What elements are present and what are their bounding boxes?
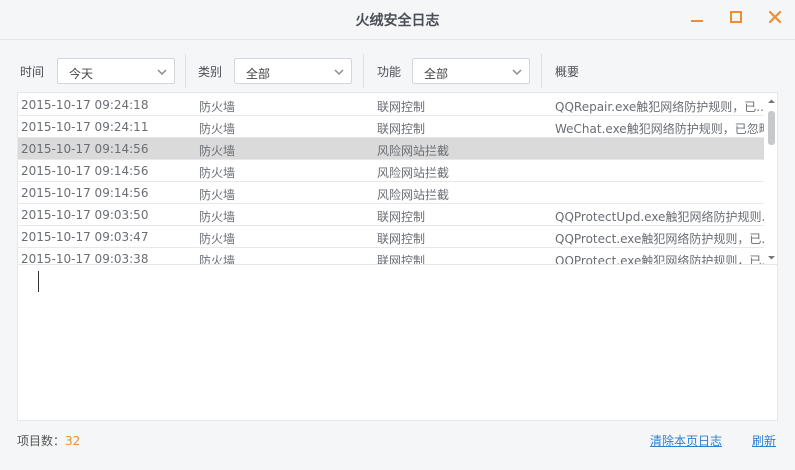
- row-function: 联网控制: [377, 210, 426, 224]
- time-label: 时间: [20, 65, 45, 79]
- clear-page-log-link[interactable]: 清除本页日志: [650, 432, 722, 449]
- function-select[interactable]: 全部: [412, 58, 530, 84]
- row-time: 2015-10-17 09:03:47: [21, 230, 149, 244]
- row-category: 防火墙: [199, 210, 236, 224]
- divider: [541, 54, 542, 88]
- filter-bar: 时间 今天 类别 全部 功能 全部 概要: [0, 50, 795, 92]
- close-button[interactable]: [764, 6, 786, 28]
- row-category: 防火墙: [199, 100, 236, 114]
- item-count-label: 项目数：: [17, 434, 66, 448]
- row-category: 防火墙: [199, 166, 236, 180]
- item-count: 项目数：32: [17, 432, 80, 449]
- divider: [185, 54, 186, 88]
- scroll-up-icon[interactable]: [767, 97, 776, 106]
- row-function: 风险网站拦截: [377, 188, 450, 202]
- table-row[interactable]: 2015-10-17 09:14:56 防火墙 风险网站拦截: [18, 138, 764, 160]
- summary-label: 概要: [555, 65, 580, 79]
- close-icon: [768, 10, 782, 24]
- row-category: 防火墙: [199, 144, 236, 158]
- row-function: 风险网站拦截: [377, 144, 450, 158]
- category-label: 类别: [198, 65, 223, 79]
- row-time: 2015-10-17 09:14:56: [21, 164, 149, 178]
- row-category: 防火墙: [199, 254, 236, 265]
- minimize-button[interactable]: [686, 6, 708, 28]
- minimize-icon: [691, 20, 703, 22]
- row-time: 2015-10-17 09:24:11: [21, 120, 149, 134]
- maximize-icon: [730, 11, 742, 23]
- table-row[interactable]: 2015-10-17 09:24:11 防火墙 联网控制 WeChat.exe触犯网络…: [18, 116, 764, 138]
- function-select-value: 全部: [424, 67, 449, 81]
- row-time: 2015-10-17 09:14:56: [21, 186, 149, 200]
- row-summary: QQProtect.exe触犯网络防护规则，已.: [555, 232, 764, 246]
- row-summary: WeChat.exe触犯网络防护规则，已忽略: [555, 122, 764, 136]
- maximize-button[interactable]: [725, 6, 747, 28]
- table-row[interactable]: 2015-10-17 09:24:18 防火墙 联网控制 QQRepair.exe触犯…: [18, 94, 764, 116]
- row-time: 2015-10-17 09:03:50: [21, 208, 149, 222]
- row-time: 2015-10-17 09:03:38: [21, 252, 149, 265]
- row-function: 风险网站拦截: [377, 166, 450, 180]
- table-row[interactable]: 2015-10-17 09:03:47 防火墙 联网控制 QQProtect.exe触…: [18, 226, 764, 248]
- divider: [363, 54, 364, 88]
- row-summary: QQRepair.exe触犯网络防护规则，已...: [555, 100, 764, 114]
- row-category: 防火墙: [199, 232, 236, 246]
- text-caret: [38, 271, 39, 292]
- row-function: 联网控制: [377, 122, 426, 136]
- row-function: 联网控制: [377, 100, 426, 114]
- function-label: 功能: [377, 65, 402, 79]
- title-bar: 火绒安全日志: [0, 0, 795, 40]
- row-function: 联网控制: [377, 232, 426, 246]
- category-select-value: 全部: [246, 67, 271, 81]
- item-count-value: 32: [65, 434, 81, 448]
- row-time: 2015-10-17 09:14:56: [21, 142, 149, 156]
- time-select-value: 今天: [69, 67, 94, 81]
- refresh-link[interactable]: 刷新: [752, 432, 776, 449]
- row-category: 防火墙: [199, 122, 236, 136]
- row-category: 防火墙: [199, 188, 236, 202]
- row-summary: QQProtect.exe触犯网络防护规则，已.: [555, 254, 764, 265]
- category-select[interactable]: 全部: [234, 58, 352, 84]
- table-row[interactable]: 2015-10-17 09:03:50 防火墙 联网控制 QQProtectUpd.e…: [18, 204, 764, 226]
- time-select[interactable]: 今天: [57, 58, 175, 84]
- table-row[interactable]: 2015-10-17 09:14:56 防火墙 风险网站拦截: [18, 160, 764, 182]
- row-function: 联网控制: [377, 254, 426, 265]
- chevron-down-icon: [334, 69, 344, 75]
- chevron-down-icon: [512, 69, 522, 75]
- row-time: 2015-10-17 09:24:18: [21, 98, 149, 112]
- scrollbar-thumb[interactable]: [768, 111, 775, 145]
- scrollbar[interactable]: [764, 93, 777, 264]
- window-title: 火绒安全日志: [355, 13, 440, 29]
- detail-text-area[interactable]: [17, 265, 778, 421]
- row-summary: QQProtectUpd.exe触犯网络防护规则.: [555, 210, 764, 224]
- table-row[interactable]: 2015-10-17 09:03:38 防火墙 联网控制 QQProtect.exe触…: [18, 248, 764, 265]
- table-row[interactable]: 2015-10-17 09:14:56 防火墙 风险网站拦截: [18, 182, 764, 204]
- chevron-down-icon: [157, 69, 167, 75]
- scroll-down-icon[interactable]: [767, 253, 776, 262]
- log-table: 2015-10-17 09:24:18 防火墙 联网控制 QQRepair.exe触犯…: [17, 92, 778, 265]
